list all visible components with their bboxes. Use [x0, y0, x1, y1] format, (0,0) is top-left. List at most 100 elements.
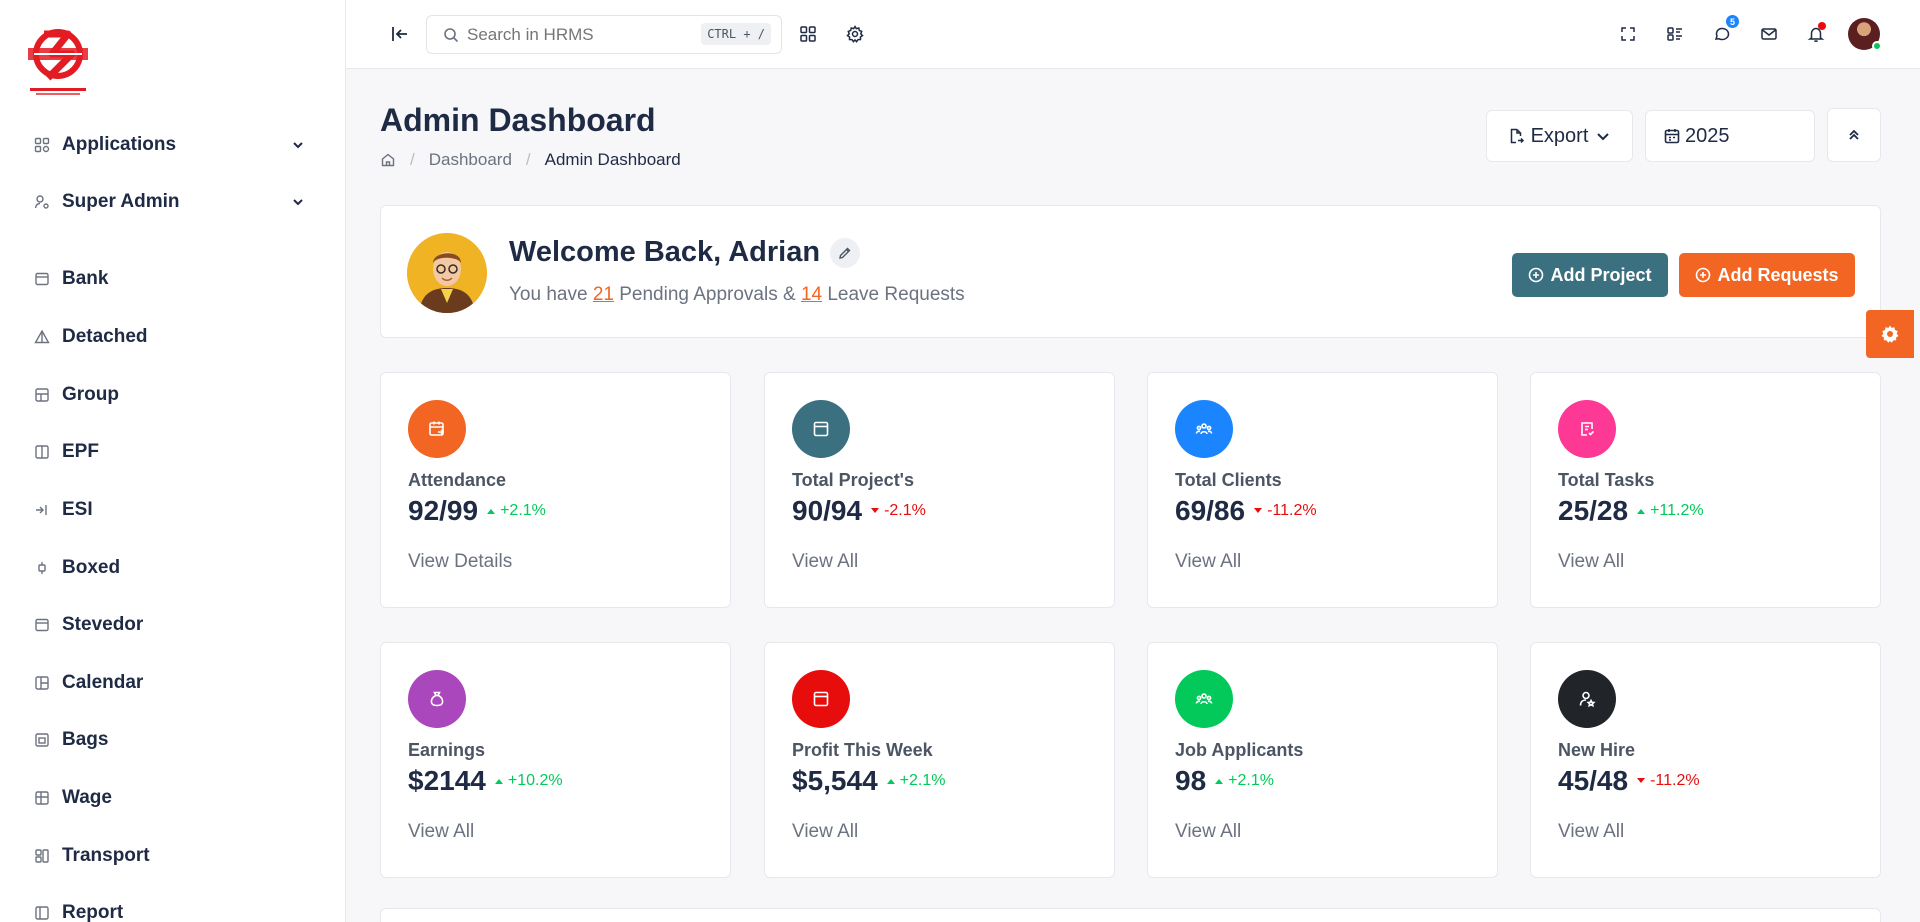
sidebar-item-report[interactable]: Report	[0, 893, 345, 922]
breadcrumb-current: Admin Dashboard	[544, 150, 681, 169]
add-project-label: Add Project	[1550, 264, 1652, 285]
stat-view-link[interactable]: View All	[792, 551, 858, 573]
sidebar-item-bank[interactable]: Bank	[0, 259, 345, 299]
fullscreen-button[interactable]	[1614, 20, 1642, 48]
sidebar-item-label: Boxed	[62, 557, 121, 578]
sidebar-item-transport[interactable]: Transport	[0, 836, 345, 876]
user-profile-photo	[407, 233, 487, 313]
stat-icon-badge	[1558, 670, 1616, 728]
edit-profile-button[interactable]	[830, 237, 861, 268]
collapse-header-button[interactable]	[1827, 108, 1881, 162]
stat-change-value: -11.2%	[1650, 772, 1700, 789]
calendar-share-icon	[427, 419, 447, 439]
sidebar-item-stevedor[interactable]: Stevedor	[0, 605, 345, 645]
add-project-button[interactable]: Add Project	[1512, 253, 1668, 297]
box-icon	[32, 558, 52, 578]
export-dropdown-button[interactable]: Export	[1486, 110, 1633, 162]
stat-value-row: $5,544 +2.1%	[792, 765, 945, 797]
chat-button[interactable]: 5	[1708, 15, 1739, 48]
arrow-left-bar-icon	[392, 27, 407, 41]
sidebar-item-wage[interactable]: Wage	[0, 778, 345, 818]
sidebar-item-group[interactable]: Group	[0, 375, 345, 415]
mail-button[interactable]	[1755, 20, 1783, 48]
plus-circle-icon	[1696, 267, 1711, 283]
stat-value: 90/94	[792, 495, 863, 526]
sidebar-item-label: Stevedor	[62, 614, 144, 635]
stat-change: -2.1%	[870, 502, 926, 520]
stat-view-link[interactable]: View All	[1558, 821, 1624, 843]
theme-settings-button[interactable]	[1866, 310, 1914, 358]
home-icon[interactable]	[380, 152, 396, 168]
users-group-icon	[1194, 419, 1214, 439]
stat-value: 98	[1175, 765, 1207, 796]
breadcrumb-dashboard-link[interactable]: Dashboard	[429, 150, 512, 170]
apps-grid-button[interactable]	[794, 20, 822, 48]
search-icon	[444, 27, 459, 42]
sidebar-item-epf[interactable]: EPF	[0, 432, 345, 472]
stat-card-profit-this-week: Profit This Week $5,544 +2.1% View All	[764, 642, 1115, 878]
settings-button[interactable]	[841, 20, 869, 48]
stat-card-attendance: Attendance 92/99 +2.1% View Details	[380, 372, 731, 608]
pencil-icon	[839, 247, 851, 259]
collapse-sidebar-button[interactable]	[386, 20, 414, 48]
stat-label: Total Clients	[1175, 470, 1282, 490]
stat-label: Total Project's	[792, 470, 914, 490]
browser-icon	[811, 689, 831, 709]
stat-change: +2.1%	[1214, 772, 1274, 790]
chevron-down-icon	[293, 142, 303, 149]
stat-view-link[interactable]: View All	[408, 821, 474, 843]
sidebar-item-bags[interactable]: Bags	[0, 720, 345, 760]
caret-down-icon	[1254, 508, 1263, 513]
sidebar-item-boxed[interactable]: Boxed	[0, 548, 345, 588]
sidebar-item-detached[interactable]: Detached	[0, 317, 345, 357]
year-picker[interactable]: 2025	[1645, 110, 1815, 162]
stat-label: Profit This Week	[792, 740, 933, 760]
subtitle-mid: Pending Approvals &	[619, 284, 796, 305]
user-avatar[interactable]	[1848, 18, 1882, 51]
chat-icon	[1714, 27, 1730, 41]
sidebar-item-calendar[interactable]: Calendar	[0, 663, 345, 703]
sidebar: Applications Super Admin Bank Detached G…	[0, 0, 346, 922]
money-bag-icon	[427, 689, 447, 709]
sidebar-item-esi[interactable]: ESI	[0, 490, 345, 530]
welcome-subtitle: You have 21 Pending Approvals & 14 Leave…	[509, 284, 965, 306]
layout-toggle-button[interactable]	[1661, 20, 1689, 48]
search-box[interactable]: CTRL + /	[426, 15, 782, 54]
search-input[interactable]	[467, 24, 697, 45]
stat-view-link[interactable]: View Details	[408, 551, 512, 573]
transport-icon	[32, 846, 52, 866]
notifications-button[interactable]	[1802, 20, 1830, 48]
stat-change-value: +11.2%	[1650, 502, 1704, 519]
export-label: Export	[1530, 124, 1589, 147]
calendar-icon	[1664, 129, 1680, 144]
sidebar-item-label: Transport	[62, 845, 150, 866]
sidebar-item-applications[interactable]: Applications	[0, 125, 345, 165]
caret-up-icon	[1637, 509, 1646, 514]
stat-view-link[interactable]: View All	[792, 821, 858, 843]
sidebar-item-label: Bags	[62, 729, 109, 750]
stat-view-link[interactable]: View All	[1175, 821, 1241, 843]
breadcrumb-separator: /	[525, 150, 531, 169]
mail-icon	[1761, 28, 1777, 40]
sidebar-item-label: Applications	[62, 134, 177, 155]
file-export-icon	[1510, 128, 1524, 144]
sidebar-item-label: Report	[62, 902, 124, 922]
stat-view-link[interactable]: View All	[1558, 551, 1624, 573]
stat-view-link[interactable]: View All	[1175, 551, 1241, 573]
pending-approvals-link[interactable]: 21	[593, 284, 614, 305]
sidebar-item-super-admin[interactable]: Super Admin	[0, 182, 345, 222]
stat-card-total-clients: Total Clients 69/86 -11.2% View All	[1147, 372, 1498, 608]
table-icon	[32, 788, 52, 808]
year-value: 2025	[1685, 124, 1730, 147]
leave-requests-link[interactable]: 14	[801, 284, 822, 305]
add-requests-button[interactable]: Add Requests	[1679, 253, 1855, 297]
stat-change-value: +2.1%	[500, 502, 546, 519]
chevrons-up-icon	[1849, 129, 1859, 140]
sidebar-item-label: Super Admin	[62, 191, 180, 212]
grid-icon	[32, 135, 52, 155]
stat-label: Total Tasks	[1558, 470, 1655, 490]
stat-value-row: $2144 +10.2%	[408, 765, 563, 797]
caret-up-icon	[886, 779, 895, 784]
notification-dot	[1818, 22, 1826, 30]
stat-change: -11.2%	[1253, 502, 1317, 520]
